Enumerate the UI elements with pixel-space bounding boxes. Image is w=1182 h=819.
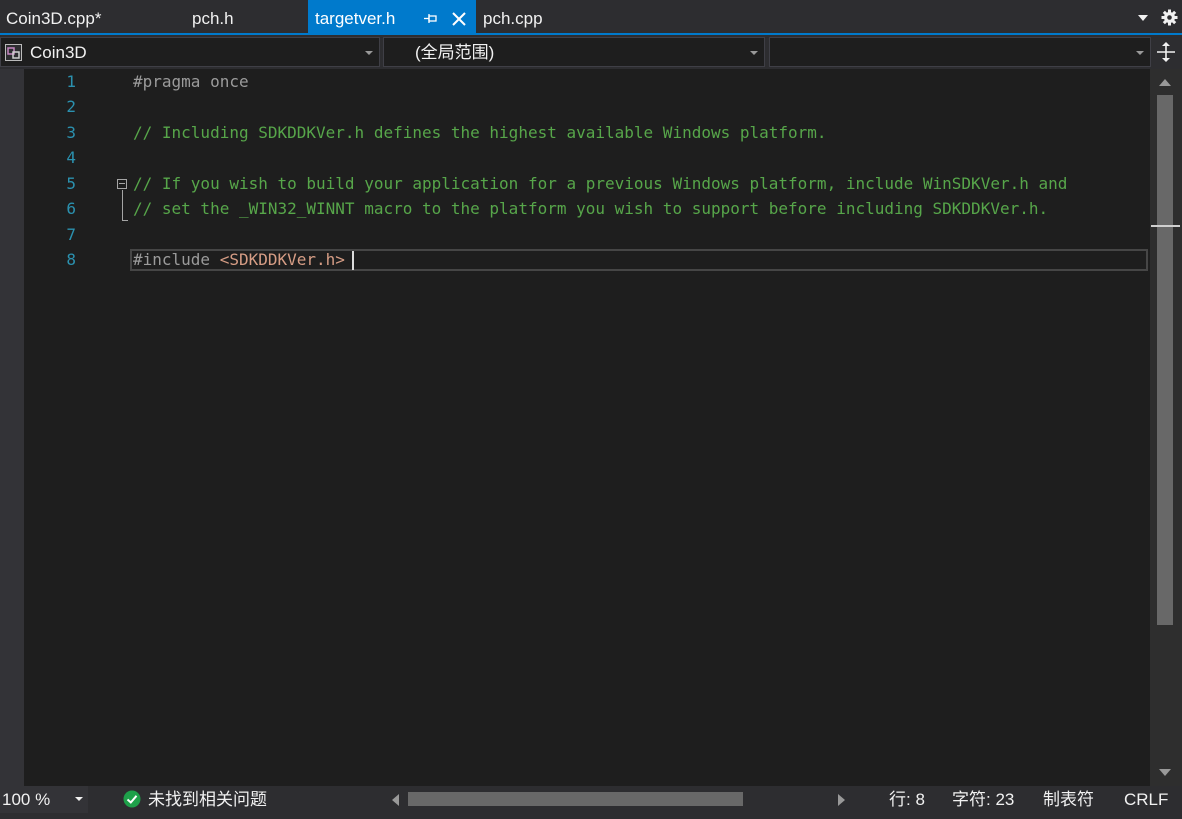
char-indicator[interactable]: 字符: 23	[952, 786, 1014, 813]
zoom-dropdown[interactable]: 100 %	[0, 786, 88, 813]
tab-pch-h[interactable]: pch.h	[180, 0, 308, 33]
code-line-8: #include <SDKDDKVer.h>	[133, 250, 345, 270]
code-line-5: // If you wish to build your application…	[133, 174, 1068, 193]
indent-mode[interactable]: 制表符	[1043, 786, 1094, 813]
code-line-3: // Including SDKDDKVer.h defines the hig…	[133, 123, 827, 142]
editor-status-bar: 100 % 未找到相关问题 行: 8 字符: 23 制表符 CRLF	[0, 786, 1182, 819]
check-circle-icon[interactable]	[123, 790, 141, 808]
line-number: 6	[66, 199, 76, 218]
line-number: 5	[66, 174, 76, 193]
outline-end	[122, 220, 128, 221]
tab-list-dropdown-icon[interactable]	[1137, 14, 1149, 22]
member-dropdown[interactable]	[769, 37, 1151, 67]
gear-icon[interactable]	[1161, 9, 1178, 26]
caret-position-marker	[1151, 225, 1180, 227]
include-directive: #include	[133, 250, 220, 269]
include-header: <SDKDDKVer.h>	[219, 250, 345, 269]
scope-dropdown[interactable]: (全局范围)	[383, 37, 765, 67]
close-icon[interactable]	[452, 12, 466, 26]
indicator-margin	[0, 69, 24, 786]
issues-status[interactable]: 未找到相关问题	[148, 786, 267, 813]
navigation-bar: Coin3D (全局范围)	[0, 35, 1182, 69]
pin-icon[interactable]	[424, 13, 438, 25]
vertical-scroll-thumb[interactable]	[1157, 95, 1173, 625]
outline-line	[122, 190, 123, 221]
code-line-6: // set the _WIN32_WINNT macro to the pla…	[133, 199, 1049, 218]
chevron-down-icon	[750, 51, 758, 55]
scroll-down-icon[interactable]	[1159, 769, 1171, 776]
project-icon	[5, 44, 22, 61]
text-caret	[352, 251, 354, 270]
chevron-down-icon	[75, 797, 83, 801]
code-line-1: #pragma once	[133, 72, 249, 91]
line-ending[interactable]: CRLF	[1124, 786, 1168, 813]
project-name: Coin3D	[30, 43, 87, 62]
chevron-down-icon	[1136, 51, 1144, 55]
collapse-icon[interactable]	[117, 179, 127, 189]
project-dropdown[interactable]: Coin3D	[0, 37, 380, 67]
scroll-up-icon[interactable]	[1159, 79, 1171, 86]
line-number: 1	[66, 72, 76, 91]
scroll-left-icon[interactable]	[392, 794, 399, 806]
horizontal-scroll-thumb[interactable]	[408, 792, 743, 806]
line-number: 3	[66, 123, 76, 142]
line-number: 8	[66, 250, 76, 269]
vertical-scrollbar[interactable]	[1150, 69, 1182, 786]
line-number: 4	[66, 148, 76, 167]
scroll-right-icon[interactable]	[838, 794, 845, 806]
line-number: 7	[66, 225, 76, 244]
chevron-down-icon	[365, 51, 373, 55]
zoom-level: 100 %	[2, 790, 51, 809]
line-indicator[interactable]: 行: 8	[889, 786, 925, 813]
code-editor[interactable]: 1 2 3 4 5 6 7 8 #pragma once // Includin…	[0, 69, 1150, 786]
tab-pch-cpp[interactable]: pch.cpp	[476, 0, 596, 33]
scope-name: (全局范围)	[415, 43, 495, 62]
split-window-icon[interactable]	[1153, 37, 1179, 67]
tab-targetver-h[interactable]: targetver.h	[308, 0, 476, 33]
document-tab-strip: Coin3D.cpp* pch.h targetver.h pch.cpp	[0, 0, 1182, 33]
line-number: 2	[66, 97, 76, 116]
tab-coin3d-cpp[interactable]: Coin3D.cpp*	[0, 0, 180, 33]
